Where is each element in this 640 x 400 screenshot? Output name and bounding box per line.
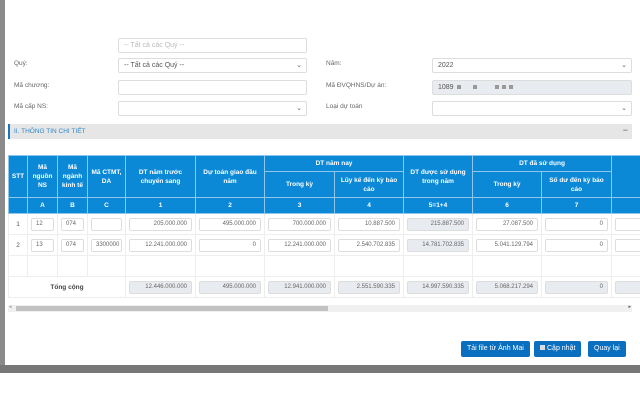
th-group-dt-nam-nay: DT năm nay [264,155,404,172]
th-code: B [57,197,88,214]
cell-v2-input[interactable]: 0 [199,238,261,252]
total-v6: 5.068.217.294 [476,280,538,294]
ma-cap-select[interactable]: ⌄ [118,101,307,116]
partial-select[interactable]: -- Tất cả các Quý -- [118,38,307,53]
cell-a-input[interactable]: 12 [31,217,54,231]
back-button[interactable]: Quay lại [588,341,626,357]
upload-button[interactable]: Tải file từ Ảnh Mai [461,341,530,357]
cell-v2-input[interactable]: 495.000.000 [199,217,261,231]
th-code: A [27,197,58,214]
cell-v6-input[interactable]: 27.087.500 [476,217,538,231]
cell-v1-input[interactable]: 205.000.000 [129,217,192,231]
backdrop-strip [0,365,640,373]
total-label: Tổng cộng [8,276,126,298]
quy-label: Quý: [14,60,28,67]
th-code: 4 [334,197,404,214]
ma-chuong-input[interactable] [118,80,307,95]
th-2: Dự toán giao đầu năm [195,155,265,198]
detail-table: STT Mã nguồn NS Mã ngành kinh tế Mã CTMT… [8,155,640,298]
scroll-left-icon[interactable]: ◂ [9,304,12,310]
save-icon [540,345,545,350]
cell-a-input[interactable]: 13 [31,238,54,252]
th-a: Mã nguồn NS [27,155,58,198]
th-b: Mã ngành kinh tế [57,155,88,198]
cell-v7-input[interactable]: 0 [545,238,608,252]
update-button[interactable]: Cập nhật [534,341,582,357]
th-7: Số dư đến kỳ báo cáo [541,171,612,198]
cell-v3-input[interactable]: 700.000.000 [268,217,331,231]
th-1: DT năm trước chuyển sang [125,155,196,198]
cell-v1-input[interactable]: 12.241.000.000 [129,238,192,252]
th-code: 6 [472,197,542,214]
total-v3: 12.941.000.000 [268,280,331,294]
th-code: 1 [125,197,196,214]
cell-v7-input[interactable]: 0 [545,217,608,231]
ma-dv-label: Mã ĐVQHNS/Dự án: [326,82,387,89]
th-5: DT được sử dụng trong năm [403,155,473,198]
collapse-icon[interactable]: − [623,125,628,135]
th-3: Trong kỳ [264,171,335,198]
cell-v4-input[interactable]: 2.540.702.835 [338,238,400,252]
total-v1: 12.446.000.000 [129,280,192,294]
ma-dv-input[interactable]: 1089 [432,80,632,95]
cell-v5-input: 215.887.500 [407,217,469,231]
update-label: Cập nhật [547,345,576,352]
th-code: 2 [195,197,265,214]
ma-dv-value: 1089 [438,84,454,91]
th-code: 3 [264,197,335,214]
empty-row [8,255,640,277]
chevron-down-icon: ⌄ [621,62,627,69]
total-v7: 0 [545,280,608,294]
stt: 1 [8,213,28,235]
th-stt: STT [8,155,28,198]
nam-select[interactable]: 2022 ⌄ [432,58,632,73]
table-row: 2 13 074 3300000 12.241.000.000 0 12.241.000.0… [8,234,640,256]
cell-more-input[interactable] [615,217,640,231]
th-more [611,155,640,198]
cell-v3-input[interactable]: 12.241.000.000 [268,238,331,252]
th-code: 7 [541,197,612,214]
chevron-down-icon: ⌄ [621,105,627,112]
ma-chuong-label: Mã chương: [14,82,50,89]
th-4: Lũy kế đến kỳ báo cáo [334,171,404,198]
th-c: Mã CTMT, DA [87,155,126,198]
table-row: 1 12 074 205.000.000 495.000.000 700.000.000 1… [8,213,640,235]
cell-v6-input[interactable]: 5.041.129.794 [476,238,538,252]
cell-c-input[interactable] [91,217,122,231]
cell-b-input[interactable]: 074 [61,238,84,252]
ma-cap-label: Mã cấp NS: [14,103,48,110]
nam-label: Năm: [326,60,342,67]
horizontal-scrollbar[interactable]: ◂ ▸ [8,304,632,312]
section-header: II. THÔNG TIN CHI TIẾT − [8,124,632,139]
total-v2: 495.000.000 [199,280,261,294]
cell-v5-input: 14.781.702.835 [407,238,469,252]
scrollbar-thumb[interactable] [16,306,328,311]
scroll-right-icon[interactable]: ▸ [628,304,631,310]
loai-select[interactable]: ⌄ [432,101,632,116]
quy-value: -- Tất cả các Quý -- [124,62,185,69]
quy-select[interactable]: -- Tất cả các Quý -- ⌄ [118,58,307,73]
cell-more-input[interactable] [615,238,640,252]
cell-b-input[interactable]: 074 [61,217,84,231]
th-code: 5=1+4 [403,197,473,214]
total-row: Tổng cộng 12.446.000.000 495.000.000 12.941… [8,276,640,298]
th-code: C [87,197,126,214]
loai-label: Loại dự toán [326,103,363,110]
th-code-blank [8,197,28,214]
chevron-down-icon: ⌄ [296,62,302,69]
th-6: Trong kỳ [472,171,542,198]
total-v5: 14.997.590.335 [407,280,469,294]
th-group-dt-da-su-dung: DT đã sử dụng [472,155,612,172]
th-code-more [611,197,640,214]
stt: 2 [8,234,28,256]
section-title: II. THÔNG TIN CHI TIẾT [14,128,86,135]
cell-c-input[interactable]: 3300000 [91,238,122,252]
total-more [615,280,640,294]
chevron-down-icon: ⌄ [296,105,302,112]
cell-v4-input[interactable]: 10.887.500 [338,217,400,231]
nam-value: 2022 [438,62,454,69]
total-v4: 2.551.590.335 [338,280,400,294]
